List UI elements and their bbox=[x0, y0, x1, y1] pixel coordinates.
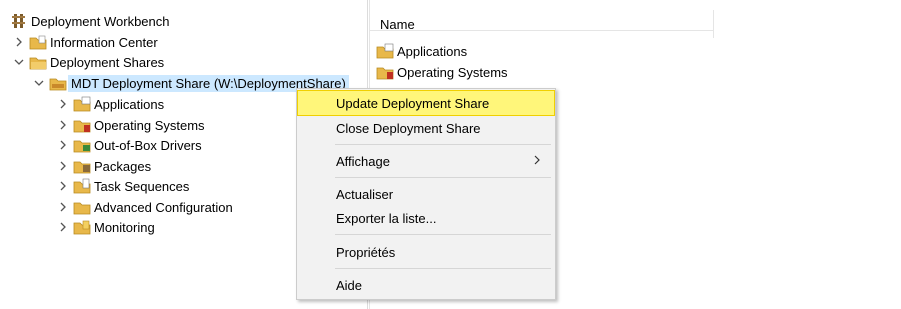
menu-item-update-deployment-share[interactable]: Update Deployment Share bbox=[297, 90, 555, 116]
submenu-arrow-icon bbox=[532, 154, 542, 169]
tree-item-deployment-shares[interactable]: Deployment Shares bbox=[13, 52, 164, 72]
operating-systems-folder-icon bbox=[376, 64, 394, 80]
list-header: Name bbox=[370, 0, 713, 32]
menu-item-exporter-la-liste[interactable]: Exporter la liste... bbox=[298, 206, 554, 230]
menu-separator bbox=[335, 268, 551, 269]
tree-item-label: Information Center bbox=[50, 34, 158, 50]
context-menu: Update Deployment Share Close Deployment… bbox=[296, 88, 556, 300]
chevron-down-icon[interactable] bbox=[13, 56, 25, 68]
advanced-config-folder-icon bbox=[73, 199, 91, 215]
menu-separator bbox=[335, 234, 551, 235]
tree-item-label: Out-of-Box Drivers bbox=[94, 137, 202, 153]
share-folder-icon bbox=[49, 75, 67, 91]
tree-item-information-center[interactable]: Information Center bbox=[13, 32, 158, 52]
tree-root-label: Deployment Workbench bbox=[31, 13, 170, 29]
list-item-label: Operating Systems bbox=[397, 64, 508, 80]
chevron-right-icon[interactable] bbox=[13, 36, 25, 48]
tree-item-monitoring[interactable]: Monitoring bbox=[57, 217, 155, 237]
monitoring-folder-icon bbox=[73, 219, 91, 235]
column-header-name[interactable]: Name bbox=[380, 17, 415, 32]
drivers-folder-icon bbox=[73, 137, 91, 153]
tree-item-label: Task Sequences bbox=[94, 178, 190, 194]
packages-folder-icon bbox=[73, 158, 91, 174]
chevron-right-icon[interactable] bbox=[57, 119, 69, 131]
tree-item-label: Deployment Shares bbox=[50, 54, 165, 70]
list-item[interactable]: Operating Systems bbox=[376, 62, 508, 82]
workbench-icon bbox=[10, 13, 28, 29]
list-item[interactable]: Applications bbox=[376, 41, 467, 61]
applications-folder-icon bbox=[376, 43, 394, 59]
tree-item-label: Monitoring bbox=[94, 219, 155, 235]
list-item-label: Applications bbox=[397, 43, 468, 59]
chevron-down-icon[interactable] bbox=[33, 77, 45, 89]
operating-systems-folder-icon bbox=[73, 117, 91, 133]
folder-shares-icon bbox=[29, 54, 47, 70]
tree-item-applications[interactable]: Applications bbox=[57, 94, 164, 114]
applications-folder-icon bbox=[73, 96, 91, 112]
tree-item-label: Operating Systems bbox=[94, 117, 205, 133]
tree-item-packages[interactable]: Packages bbox=[57, 156, 151, 176]
tree-item-label: Packages bbox=[94, 158, 152, 174]
tree-item-label: Advanced Configuration bbox=[94, 199, 233, 215]
folder-info-icon bbox=[29, 34, 47, 50]
chevron-right-icon[interactable] bbox=[57, 201, 69, 213]
chevron-right-icon[interactable] bbox=[57, 139, 69, 151]
chevron-right-icon[interactable] bbox=[57, 160, 69, 172]
tree-item-label: Applications bbox=[94, 96, 165, 112]
chevron-right-icon[interactable] bbox=[57, 180, 69, 192]
column-separator[interactable] bbox=[713, 10, 714, 38]
menu-item-aide[interactable]: Aide bbox=[298, 273, 554, 297]
menu-item-close-deployment-share[interactable]: Close Deployment Share bbox=[298, 116, 554, 140]
tree-item-advanced-configuration[interactable]: Advanced Configuration bbox=[57, 197, 233, 217]
menu-separator bbox=[335, 177, 551, 178]
tree-item-drivers[interactable]: Out-of-Box Drivers bbox=[57, 135, 202, 155]
task-sequences-folder-icon bbox=[73, 178, 91, 194]
menu-item-proprietes[interactable]: Propriétés bbox=[298, 240, 554, 264]
chevron-right-icon[interactable] bbox=[57, 221, 69, 233]
chevron-right-icon[interactable] bbox=[57, 98, 69, 110]
tree-item-operating-systems[interactable]: Operating Systems bbox=[57, 115, 205, 135]
menu-separator bbox=[335, 144, 551, 145]
tree-item-task-sequences[interactable]: Task Sequences bbox=[57, 176, 189, 196]
tree-root[interactable]: Deployment Workbench bbox=[10, 11, 170, 31]
menu-item-affichage[interactable]: Affichage bbox=[298, 149, 554, 173]
menu-item-actualiser[interactable]: Actualiser bbox=[298, 182, 554, 206]
